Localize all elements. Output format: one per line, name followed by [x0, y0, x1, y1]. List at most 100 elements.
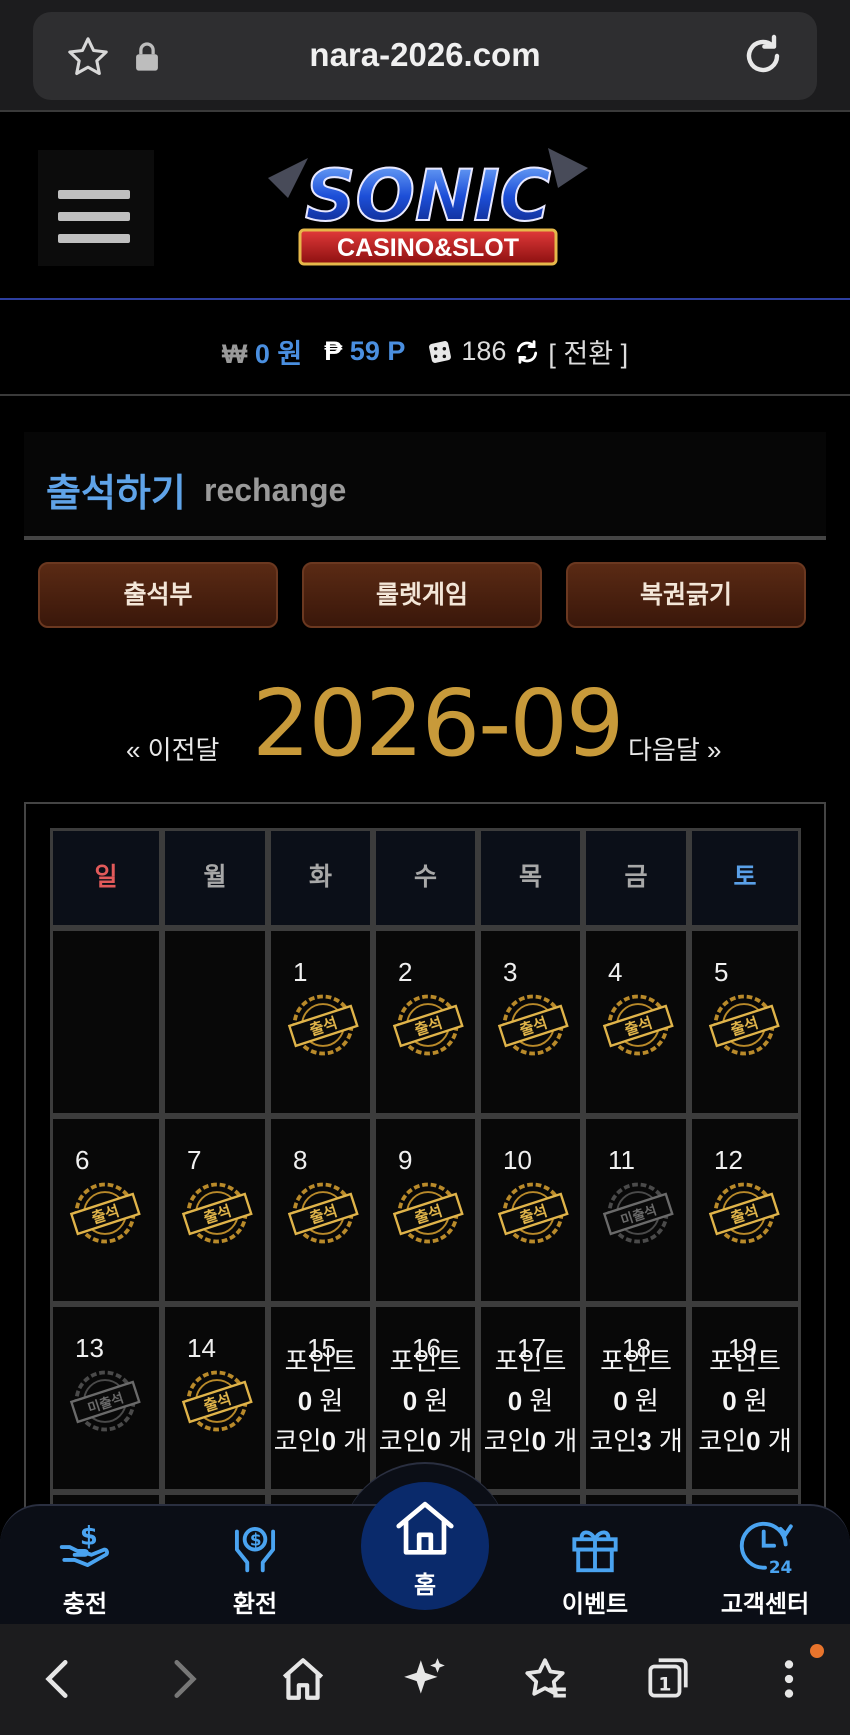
calendar-day-cell: 10 출석 [478, 1116, 583, 1304]
day-number: 3 [503, 957, 518, 987]
coin-count: 0 [746, 1426, 761, 1456]
calendar-day-cell: 12 출석 [689, 1116, 801, 1304]
day-reward-info: 포인트 0 원 코인0 개 [376, 1341, 475, 1461]
calendar-day-cell [162, 928, 268, 1116]
calendar-day-cell: 3 출석 [478, 928, 583, 1116]
coin-label: 코인 [273, 1426, 322, 1456]
coin-label: 코인 [483, 1426, 532, 1456]
tab-scratch-lottery[interactable]: 복권긁기 [566, 562, 806, 628]
calendar-day-cell: 19 포인트 0 원 코인0 개 [689, 1304, 801, 1492]
nav-charge[interactable]: $ 충전 [10, 1516, 160, 1619]
notification-dot [810, 1644, 824, 1658]
reload-icon[interactable] [739, 32, 787, 80]
prev-month-link[interactable]: « 이전달 [126, 730, 219, 767]
weekday-header: 목 [478, 828, 583, 928]
coin-count: 3 [637, 1426, 652, 1456]
forward-icon[interactable] [158, 1654, 208, 1704]
points-label: 포인트 [600, 1346, 672, 1376]
bookmarks-star-icon[interactable] [520, 1654, 570, 1704]
points-label: 포인트 [284, 1346, 357, 1376]
attended-stamp-icon: 출석 [708, 1182, 780, 1244]
url-text[interactable]: nara-2026.com [33, 36, 817, 74]
attendance-tabs: 출석부 룰렛게임 복권긁기 [38, 562, 808, 628]
points-value: 0 [402, 1386, 418, 1416]
more-options-icon[interactable] [764, 1654, 814, 1704]
weekday-header: 수 [373, 828, 478, 928]
day-number: 13 [75, 1333, 104, 1363]
browser-toolbar: nara-2026.com [0, 0, 850, 112]
weekday-header: 일 [50, 828, 162, 928]
calendar-day-cell: 2 출석 [373, 928, 478, 1116]
calendar-day-cell: 18 포인트 0 원 코인3 개 [583, 1304, 689, 1492]
nav-charge-label: 충전 [62, 1591, 108, 1618]
menu-bar-icon [58, 212, 130, 221]
weekday-header: 화 [268, 828, 373, 928]
attended-stamp-icon: 출석 [497, 994, 569, 1056]
count-unit: 개 [343, 1426, 368, 1456]
money-value: 0 원 [254, 339, 303, 369]
coin-count: 0 [426, 1426, 442, 1456]
attended-stamp-icon: 출석 [287, 1182, 359, 1244]
current-month: 2026-09 [252, 670, 624, 777]
coin-count: 0 [531, 1426, 547, 1456]
tabs-icon[interactable]: 1 [642, 1654, 692, 1704]
weekday-header: 토 [689, 828, 801, 928]
nav-exchange[interactable]: $ 환전 [180, 1516, 330, 1619]
calendar-day-cell: 6 출석 [50, 1116, 162, 1304]
logo-subtitle: CASINO&SLOT [337, 234, 519, 262]
next-month-link[interactable]: 다음달 » [628, 730, 721, 767]
points-label: 포인트 [709, 1346, 781, 1376]
tab-attendance[interactable]: 출석부 [38, 562, 278, 628]
coin-balance: 186 [ 전환 ] [427, 332, 628, 371]
day-number: 11 [608, 1145, 635, 1175]
calendar-day-cell: 8 출석 [268, 1116, 373, 1304]
won-unit: 원 [319, 1386, 344, 1416]
won-unit: 원 [634, 1386, 659, 1416]
calendar-day-cell: 14 출석 [162, 1304, 268, 1492]
calendar-day-cell: 7 출석 [162, 1116, 268, 1304]
attended-stamp-icon: 출석 [392, 994, 464, 1056]
nav-event-label: 이벤트 [561, 1591, 629, 1618]
wallet-bar: ₩ 0 원 ₱ 59 P 186 [ 전환 ] [0, 302, 850, 396]
day-number: 4 [608, 957, 623, 987]
points-label: 포인트 [389, 1346, 462, 1376]
day-number: 8 [293, 1145, 308, 1175]
address-bar[interactable]: nara-2026.com [33, 12, 817, 100]
nav-support-label: 고객센터 [720, 1591, 810, 1618]
charge-money-hand-icon: $ [59, 1521, 109, 1568]
calendar-day-cell: 9 출석 [373, 1116, 478, 1304]
section-header: 출석하기 rechange [24, 432, 826, 540]
page-title: 출석하기 [46, 473, 186, 515]
calendar: 일 월 화 수 목 금 토 1 출석 2 출석 3 출석 4 출석 5 출석 6 출석 7 출석 8 출석 9 출석 10 출석 11… [24, 802, 826, 1562]
support-24h-icon: 24 [739, 1521, 793, 1577]
day-number: 1 [293, 957, 308, 987]
page-subtitle: rechange [204, 472, 347, 508]
calendar-day-cell [50, 928, 162, 1116]
refresh-icon[interactable] [514, 339, 540, 365]
points-value: 0 [507, 1386, 523, 1416]
nav-home-button[interactable]: 홈 [361, 1482, 489, 1610]
convert-button[interactable]: [ 전환 ] [548, 332, 628, 371]
calendar-day-cell: 5 출석 [689, 928, 801, 1116]
browser-home-icon[interactable] [278, 1654, 328, 1704]
calendar-day-cell: 1 출석 [268, 928, 373, 1116]
nav-event[interactable]: 이벤트 [520, 1516, 670, 1619]
ai-sparkle-icon[interactable] [400, 1654, 450, 1704]
menu-bar-icon [58, 234, 130, 243]
won-icon: ₩ [221, 339, 248, 369]
peso-point-icon: ₱ [324, 336, 343, 366]
day-number: 14 [187, 1333, 216, 1363]
point-value: 59 P [349, 336, 406, 366]
nav-exchange-label: 환전 [232, 1591, 278, 1618]
calendar-day-cell: 11 미출석 [583, 1116, 689, 1304]
coin-count: 0 [321, 1426, 337, 1456]
nav-support[interactable]: 24 고객센터 [690, 1516, 840, 1619]
svg-text:$: $ [80, 1521, 98, 1551]
day-number: 5 [714, 957, 729, 987]
site-logo[interactable]: SONIC CASINO&SLOT [248, 138, 608, 278]
attended-stamp-icon: 출석 [392, 1182, 464, 1244]
hamburger-menu-button[interactable] [38, 150, 154, 266]
back-icon[interactable] [34, 1654, 84, 1704]
tab-roulette[interactable]: 룰렛게임 [302, 562, 542, 628]
exchange-hands-money-icon: $ [234, 1526, 276, 1573]
